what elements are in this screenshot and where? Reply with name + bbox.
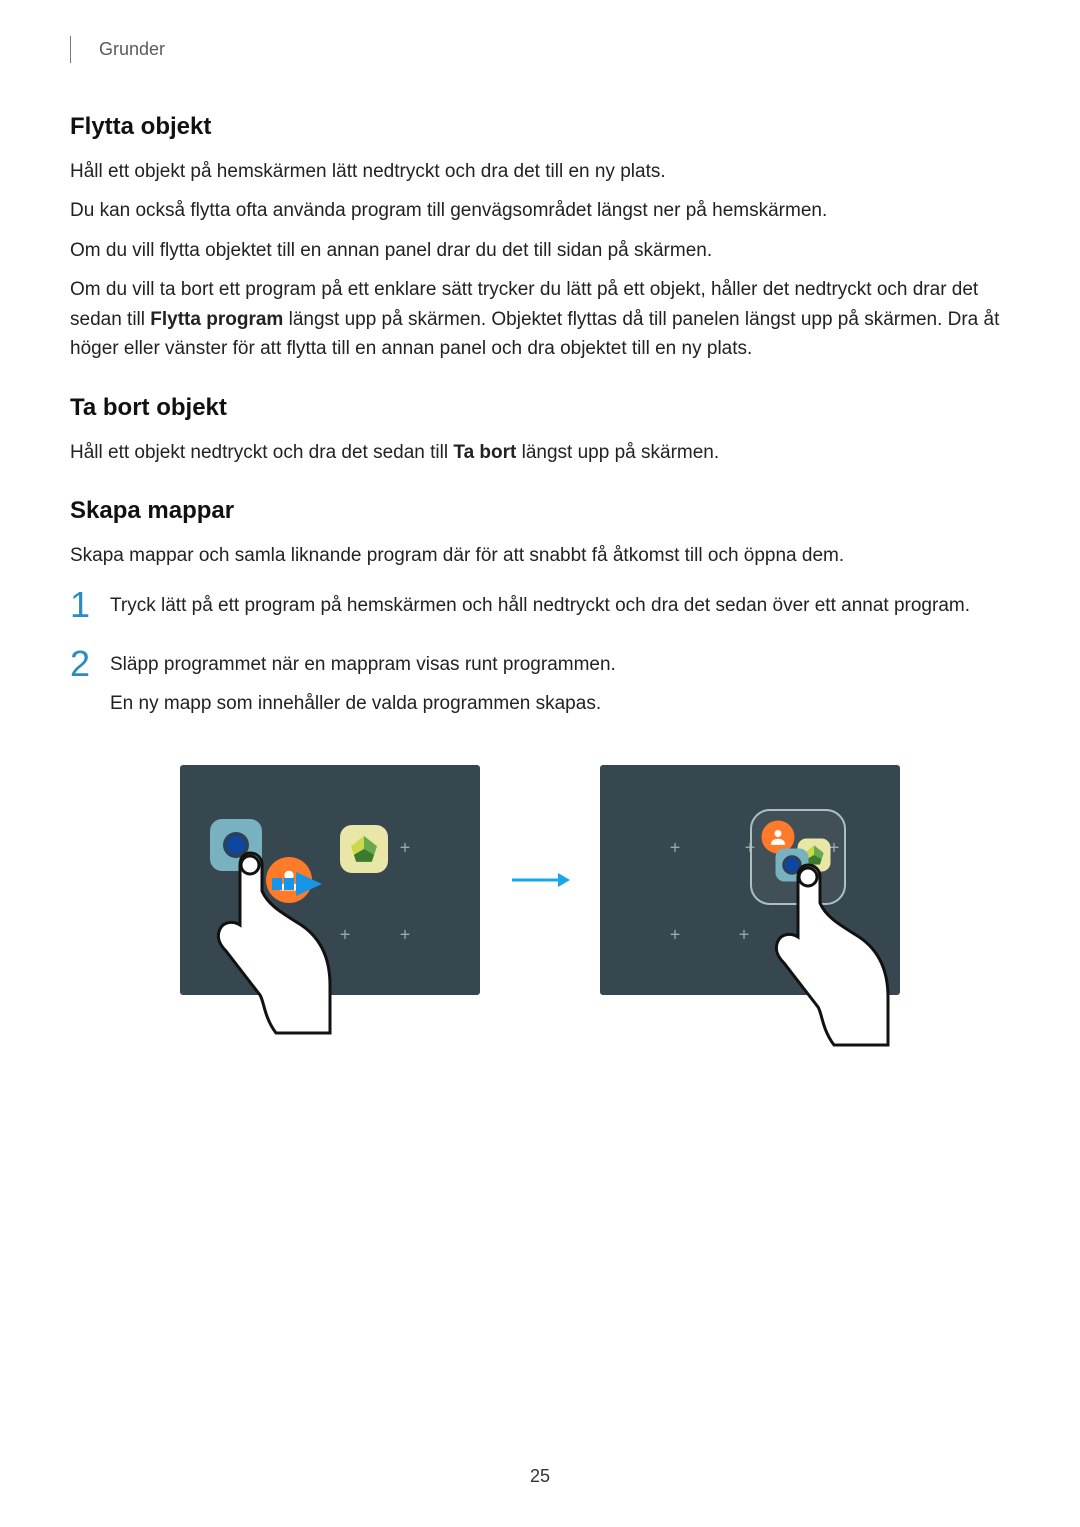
placeholder-plus-icon: + <box>400 837 411 858</box>
chapter-header: Grunder <box>70 36 1010 63</box>
remove-para-1: Håll ett objekt nedtryckt och dra det se… <box>70 438 1010 467</box>
gallery-app-icon <box>340 825 388 873</box>
move-para-1: Håll ett objekt på hemskärmen lätt nedtr… <box>70 157 1010 186</box>
remove-para-1a: Håll ett objekt nedtryckt och dra det se… <box>70 442 453 463</box>
step-1: 1 Tryck lätt på ett program på hemskärme… <box>70 589 1010 630</box>
placeholder-plus-icon: + <box>670 837 681 858</box>
step-2: 2 Släpp programmet när en mappram visas … <box>70 648 1010 729</box>
step-1-number: 1 <box>70 587 110 623</box>
folders-intro: Skapa mappar och samla liknande program … <box>70 541 1010 570</box>
hand-pointer-icon <box>190 835 340 1035</box>
placeholder-plus-icon: + <box>670 925 681 946</box>
page-number: 25 <box>0 1466 1080 1487</box>
transition-arrow-icon <box>510 870 570 890</box>
move-para-2: Du kan också flytta ofta använda program… <box>70 196 1010 225</box>
step-2-text-a: Släpp programmet när en mappram visas ru… <box>110 650 1010 679</box>
step-2-text-b: En ny mapp som innehåller de valda progr… <box>110 689 1010 718</box>
remove-para-1-bold: Ta bort <box>453 442 516 463</box>
placeholder-plus-icon: + <box>340 925 351 946</box>
move-para-4-bold: Flytta program <box>150 309 283 330</box>
figure-panel-after: + + + + + <box>600 765 900 995</box>
remove-para-1b: längst upp på skärmen. <box>516 442 719 463</box>
section-title-remove: Ta bort objekt <box>70 394 1010 422</box>
section-title-move: Flytta objekt <box>70 113 1010 141</box>
section-title-folders: Skapa mappar <box>70 497 1010 525</box>
create-folder-figure: + + + + <box>70 765 1010 995</box>
chapter-label: Grunder <box>99 39 165 59</box>
step-2-number: 2 <box>70 646 110 682</box>
move-para-3: Om du vill flytta objektet till en annan… <box>70 236 1010 265</box>
placeholder-plus-icon: + <box>400 925 411 946</box>
hand-pointer-icon <box>748 847 898 1047</box>
move-para-4: Om du vill ta bort ett program på ett en… <box>70 275 1010 363</box>
figure-panel-before: + + + + <box>180 765 480 995</box>
step-1-text: Tryck lätt på ett program på hemskärmen … <box>110 591 1010 620</box>
